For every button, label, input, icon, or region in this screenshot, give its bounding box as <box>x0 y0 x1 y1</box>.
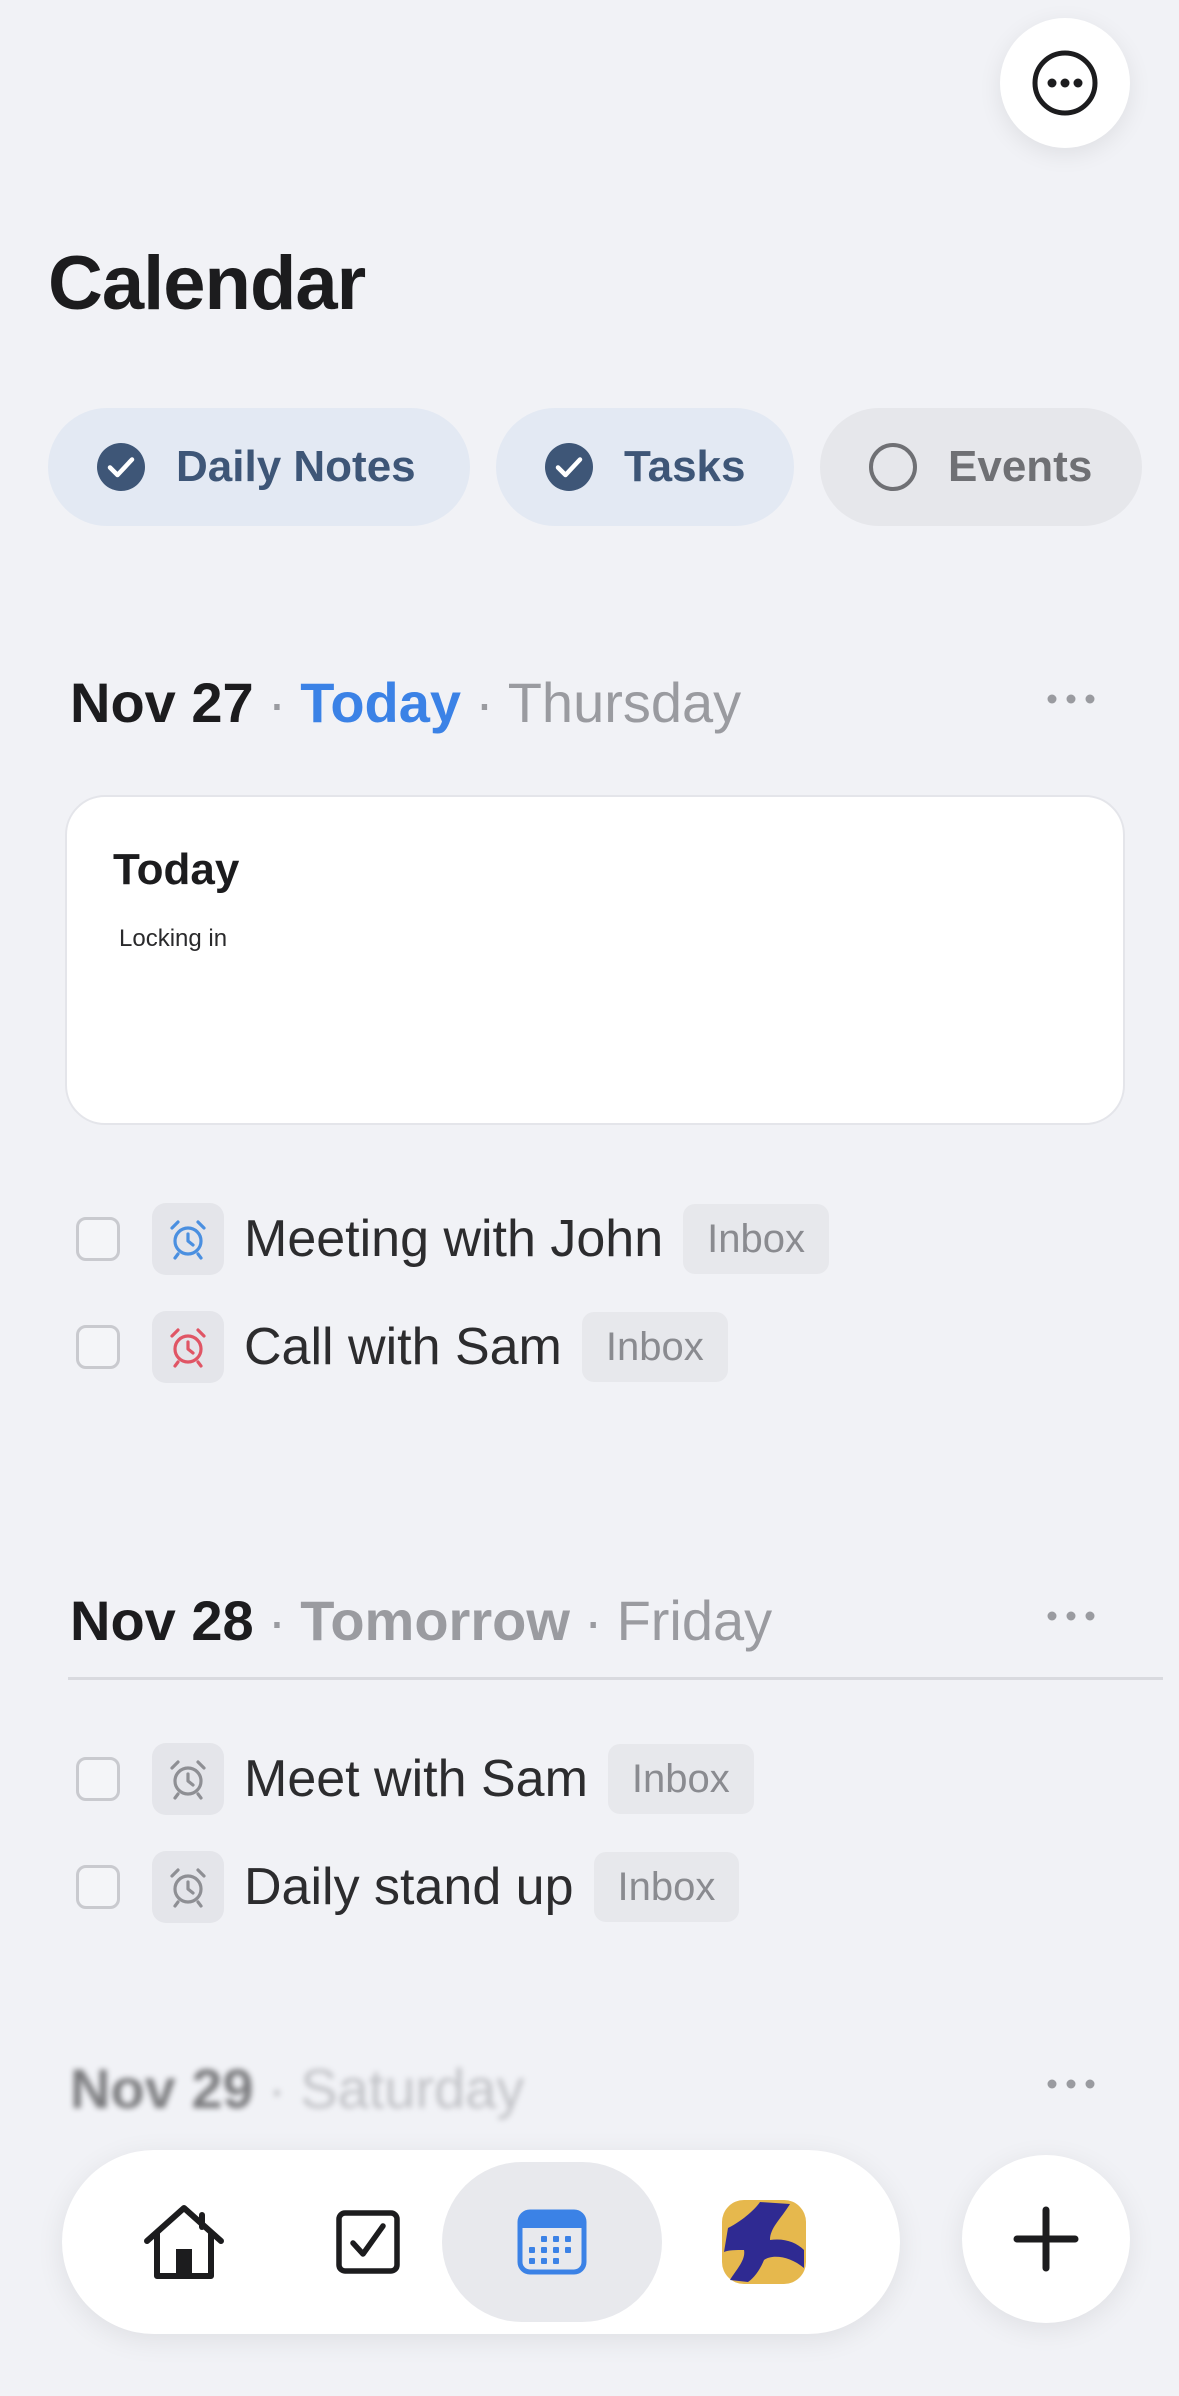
tab-home[interactable] <box>122 2162 246 2322</box>
task-title: Meet with Sam <box>244 1750 588 1808</box>
empty-circle-icon <box>869 443 917 491</box>
alarm-badge <box>152 1851 224 1923</box>
alarm-clock-icon <box>170 1868 206 1908</box>
ellipsis-icon <box>1047 2079 1095 2089</box>
alarm-clock-icon <box>170 1220 206 1260</box>
bottom-tab-bar <box>62 2150 900 2334</box>
more-horizontal-circle-icon <box>1032 50 1098 116</box>
calendar-icon <box>517 2209 587 2275</box>
task-title: Meeting with John <box>244 1210 664 1268</box>
alarm-badge <box>152 1203 224 1275</box>
page-title: Calendar <box>48 241 366 326</box>
tab-calendar[interactable] <box>442 2162 662 2322</box>
day-more-button[interactable] <box>1040 684 1102 714</box>
tab-tasks[interactable] <box>306 2162 430 2322</box>
task-title: Daily stand up <box>244 1858 574 1916</box>
task-row[interactable]: Meet with Sam Inbox <box>76 1741 754 1817</box>
task-checkbox[interactable] <box>76 1325 120 1369</box>
filter-chip-tasks[interactable]: Tasks <box>496 408 794 526</box>
add-button[interactable] <box>962 2155 1130 2323</box>
filter-chip-label: Events <box>948 442 1093 491</box>
separator-dot: · <box>583 1588 603 1652</box>
alarm-clock-icon <box>170 1760 206 1800</box>
more-options-button[interactable] <box>1000 18 1130 148</box>
task-checkbox[interactable] <box>76 1757 120 1801</box>
daily-note-card[interactable]: Today Locking in <box>65 795 1125 1125</box>
alarm-badge <box>152 1311 224 1383</box>
ellipsis-icon <box>1047 1611 1095 1621</box>
task-list-tag: Inbox <box>581 1312 728 1382</box>
task-row[interactable]: Call with Sam Inbox <box>76 1309 728 1385</box>
day-relative-label: Tomorrow <box>300 1588 570 1652</box>
filter-chip-label: Daily Notes <box>176 442 416 491</box>
task-checkbox[interactable] <box>76 1217 120 1261</box>
filter-chip-daily-notes[interactable]: Daily Notes <box>48 408 470 526</box>
day-header-nov-28: Nov 28 · Tomorrow · Friday <box>70 1580 772 1660</box>
task-list-tag: Inbox <box>593 1852 740 1922</box>
app-logo-icon <box>722 2200 806 2284</box>
task-list-tag: Inbox <box>607 1744 754 1814</box>
separator-dot: · <box>267 2056 287 2120</box>
checkmark-circle-icon <box>545 443 593 491</box>
tab-app[interactable] <box>702 2162 826 2322</box>
section-divider <box>68 1677 1163 1680</box>
task-checkbox[interactable] <box>76 1865 120 1909</box>
separator-dot: · <box>475 670 494 734</box>
day-weekday: Friday <box>616 1588 773 1652</box>
checkbox-icon <box>336 2210 400 2274</box>
note-title: Today <box>113 845 240 894</box>
task-row[interactable]: Meeting with John Inbox <box>76 1201 829 1277</box>
day-header-nov-27: Nov 27 · Today · Thursday <box>70 662 741 742</box>
day-weekday: Saturday <box>300 2056 525 2120</box>
alarm-badge <box>152 1743 224 1815</box>
day-relative-label: Today <box>300 670 462 734</box>
day-more-button[interactable] <box>1040 1601 1102 1631</box>
plus-icon <box>1013 2206 1079 2272</box>
checkmark-circle-icon <box>97 443 145 491</box>
task-row[interactable]: Daily stand up Inbox <box>76 1849 740 1925</box>
ellipsis-icon <box>1047 694 1095 704</box>
home-icon <box>144 2205 224 2279</box>
filter-chip-label: Tasks <box>624 442 746 491</box>
alarm-clock-icon <box>170 1328 206 1368</box>
task-list-tag: Inbox <box>683 1204 829 1274</box>
day-weekday: Thursday <box>507 670 742 734</box>
task-title: Call with Sam <box>244 1318 562 1376</box>
separator-dot: · <box>267 670 287 734</box>
filter-chip-events[interactable]: Events <box>820 408 1142 526</box>
day-more-button[interactable] <box>1040 2069 1102 2099</box>
day-date: Nov 29 <box>70 2056 254 2120</box>
note-body: Locking in <box>119 925 228 952</box>
separator-dot: · <box>267 1588 287 1652</box>
day-header-nov-29: Nov 29 · Saturday <box>70 2048 524 2128</box>
day-date: Nov 27 <box>70 670 254 734</box>
day-date: Nov 28 <box>70 1588 254 1652</box>
